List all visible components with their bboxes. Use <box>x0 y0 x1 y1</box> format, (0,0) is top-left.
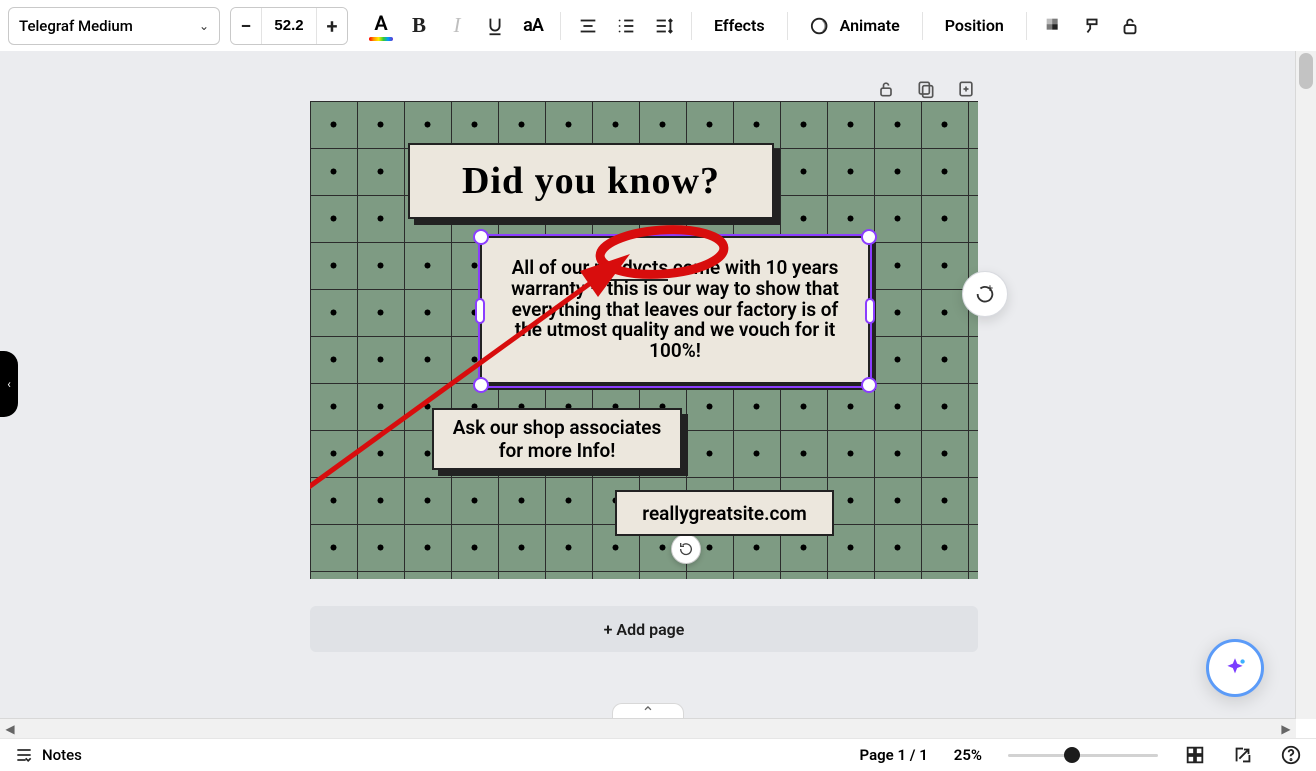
zoom-slider[interactable] <box>1008 746 1158 764</box>
cta-box[interactable]: Ask our shop associates for more Info! <box>432 408 682 470</box>
font-size-group: − + <box>230 7 348 45</box>
scroll-left-icon[interactable]: ◀ <box>0 719 20 739</box>
collapse-panel-tab[interactable]: ‹ <box>0 351 18 417</box>
cta-text: Ask our shop associates for more Info! <box>452 416 662 462</box>
ai-suggest-button[interactable]: + <box>962 271 1008 317</box>
spacing-button[interactable] <box>647 9 681 43</box>
body-text: All of our prodycts come with 10 years w… <box>500 258 850 362</box>
add-page-icon[interactable] <box>956 79 976 99</box>
separator <box>560 12 561 40</box>
assistant-fab[interactable] <box>1206 639 1264 697</box>
rotate-handle[interactable] <box>671 534 701 564</box>
font-name: Telegraf Medium <box>19 17 133 35</box>
grid-view-button[interactable] <box>1184 744 1206 766</box>
unlock-page-icon[interactable] <box>876 79 896 99</box>
text-color-button[interactable]: A <box>364 9 398 43</box>
font-picker[interactable]: Telegraf Medium ⌄ <box>8 7 220 45</box>
svg-text:+: + <box>987 283 993 295</box>
font-size-increase[interactable]: + <box>317 8 347 44</box>
chevron-down-icon: ⌄ <box>199 19 209 33</box>
position-button[interactable]: Position <box>933 9 1016 43</box>
case-button[interactable]: aA <box>516 9 550 43</box>
url-box[interactable]: reallygreatsite.com <box>615 490 834 536</box>
align-button[interactable] <box>571 9 605 43</box>
page-actions <box>876 79 976 99</box>
scroll-right-icon[interactable]: ▶ <box>1276 719 1296 739</box>
notes-label: Notes <box>42 746 82 764</box>
add-page-label: + Add page <box>604 620 685 639</box>
text-toolbar: Telegraf Medium ⌄ − + A B I aA Effects A… <box>0 0 1316 52</box>
separator <box>787 12 788 40</box>
duplicate-page-icon[interactable] <box>916 79 936 99</box>
lock-button[interactable] <box>1113 9 1147 43</box>
body-box[interactable]: All of our prodycts come with 10 years w… <box>480 236 870 384</box>
separator <box>1026 12 1027 40</box>
list-button[interactable] <box>609 9 643 43</box>
bold-button[interactable]: B <box>402 9 436 43</box>
present-button[interactable] <box>1232 744 1254 766</box>
italic-button[interactable]: I <box>440 9 474 43</box>
url-text: reallygreatsite.com <box>642 502 806 525</box>
font-size-input[interactable] <box>261 7 317 45</box>
help-button[interactable] <box>1280 744 1302 766</box>
copy-style-button[interactable] <box>1075 9 1109 43</box>
rainbow-bar <box>369 37 393 41</box>
separator <box>691 12 692 40</box>
footer-right: Page 1 / 1 25% <box>860 744 1302 766</box>
transparency-button[interactable] <box>1037 9 1071 43</box>
zoom-percent[interactable]: 25% <box>954 746 982 764</box>
animate-button[interactable]: Animate <box>798 9 912 43</box>
workspace[interactable]: Did you know? All of our prodycts come w… <box>0 51 1296 719</box>
underline-button[interactable] <box>478 9 512 43</box>
horizontal-scrollbar[interactable]: ◀ ▶ <box>0 718 1296 739</box>
effects-button[interactable]: Effects <box>702 9 777 43</box>
timeline-tab[interactable]: ⌃ <box>612 703 684 719</box>
font-size-decrease[interactable]: − <box>231 8 261 44</box>
canvas-page[interactable]: Did you know? All of our prodycts come w… <box>310 101 978 579</box>
design-canvas[interactable]: Did you know? All of our prodycts come w… <box>310 101 978 579</box>
text-color-letter: A <box>374 11 387 35</box>
separator <box>922 12 923 40</box>
vertical-scrollbar[interactable] <box>1295 51 1316 719</box>
scroll-thumb[interactable] <box>1299 53 1313 89</box>
add-page-button[interactable]: + Add page <box>310 606 978 652</box>
animate-label: Animate <box>840 16 900 35</box>
title-box[interactable]: Did you know? <box>408 143 774 219</box>
title-text: Did you know? <box>462 159 720 203</box>
notes-button[interactable]: Notes <box>14 745 82 765</box>
page-indicator[interactable]: Page 1 / 1 <box>860 746 928 764</box>
zoom-knob[interactable] <box>1064 747 1080 763</box>
footer: Notes Page 1 / 1 25% <box>0 738 1316 771</box>
